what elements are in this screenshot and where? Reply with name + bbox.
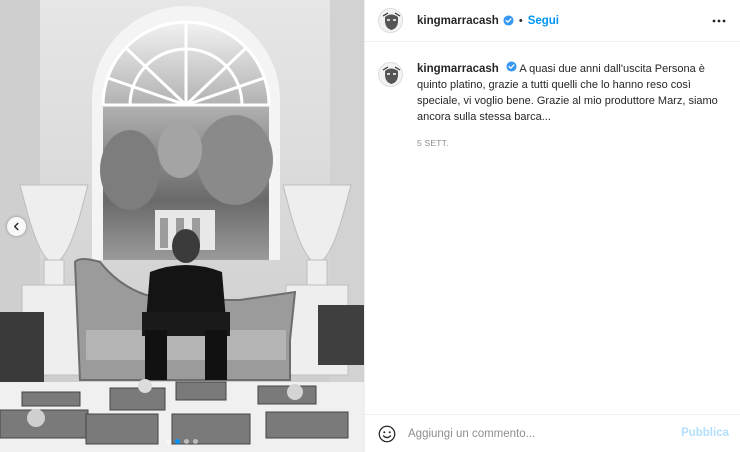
carousel-dot-active — [175, 439, 180, 444]
comment-input[interactable] — [408, 427, 668, 440]
carousel-dot — [193, 439, 198, 444]
chevron-left-icon — [13, 222, 19, 231]
post-date[interactable]: 5 SETT. — [417, 135, 727, 151]
verified-badge-icon — [506, 61, 517, 72]
post-header: kingmarracash • Segui — [365, 0, 740, 42]
comment-bar: Pubblica — [365, 414, 740, 452]
smiley-icon — [378, 425, 396, 442]
caption-body: kingmarracash A quasi due anni dall'usci… — [417, 61, 727, 151]
more-horizontal-icon — [712, 19, 726, 23]
avatar[interactable] — [378, 8, 403, 33]
follow-button[interactable]: Segui — [528, 15, 559, 27]
caption-text-block: kingmarracash A quasi due anni dall'usci… — [417, 61, 727, 125]
carousel-indicator — [0, 439, 364, 444]
avatar[interactable] — [378, 62, 403, 87]
avatar-image — [379, 63, 402, 86]
caption-username[interactable]: kingmarracash — [417, 63, 499, 75]
post-photo[interactable] — [0, 0, 364, 452]
carousel-dot — [184, 439, 189, 444]
post-image — [0, 0, 364, 452]
post-side-panel: kingmarracash • Segui kingmarracash A qu… — [364, 0, 740, 452]
carousel-prev-button[interactable] — [7, 217, 26, 236]
username[interactable]: kingmarracash — [417, 15, 499, 27]
verified-badge-icon — [503, 15, 514, 26]
carousel-dot — [166, 439, 171, 444]
separator-dot: • — [518, 14, 523, 27]
avatar-image — [379, 9, 402, 32]
caption: kingmarracash A quasi due anni dall'usci… — [378, 61, 730, 151]
more-options-button[interactable] — [711, 13, 727, 29]
emoji-button[interactable] — [378, 425, 396, 443]
publish-button[interactable]: Pubblica — [681, 427, 729, 439]
